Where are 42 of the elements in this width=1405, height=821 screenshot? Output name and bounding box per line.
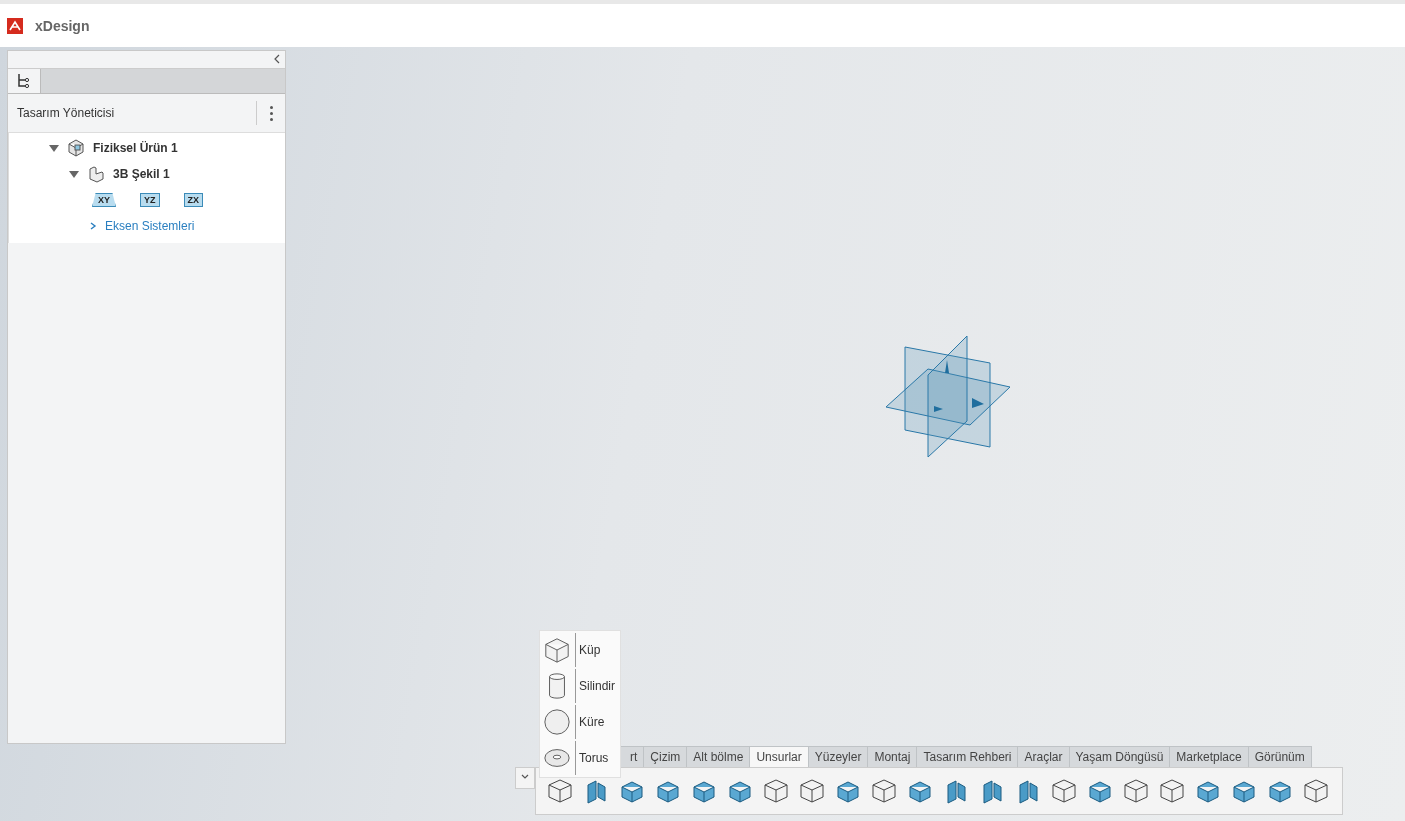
shape-menu-item[interactable]: Küp <box>575 633 601 667</box>
app-title: xDesign <box>35 17 90 34</box>
chevron-down-icon <box>520 773 530 781</box>
plane-node[interactable]: XY <box>92 193 116 207</box>
command-tab[interactable]: Çizim <box>643 746 688 767</box>
assembly-icon <box>67 139 85 157</box>
logo-icon <box>7 17 23 34</box>
command-tab[interactable]: Marketplace <box>1169 746 1249 767</box>
box-tool-icon[interactable] <box>1122 777 1150 805</box>
command-tab[interactable]: Görünüm <box>1247 746 1312 767</box>
shape-menu-item[interactable]: Torus <box>575 741 609 775</box>
command-tab[interactable]: Yaşam Döngüsü <box>1068 746 1171 767</box>
command-tab[interactable]: Yüzeyler <box>807 746 869 767</box>
command-tab[interactable]: Montaj <box>867 746 918 767</box>
panel-title: Tasarım Yöneticisi <box>17 106 115 120</box>
box-tool-icon[interactable] <box>870 777 898 805</box>
plane-node[interactable]: ZX <box>183 193 204 207</box>
shape-menu-item[interactable]: Küre <box>575 705 605 739</box>
tree-tab[interactable] <box>8 69 41 93</box>
box-tool-icon[interactable] <box>546 777 574 805</box>
plane-node[interactable]: YZ <box>140 193 160 207</box>
cube-icon <box>543 636 571 664</box>
box-tool-icon[interactable] <box>1302 777 1330 805</box>
command-tab[interactable]: Tasarım Rehberi <box>916 746 1019 767</box>
tree-node[interactable]: 3B Şekil 1 <box>113 167 170 181</box>
tree-node[interactable]: Fiziksel Ürün 1 <box>93 141 178 155</box>
box-tool-icon[interactable] <box>1050 777 1078 805</box>
command-tab[interactable]: Araçlar <box>1017 746 1070 767</box>
part-icon <box>87 165 105 183</box>
command-tab[interactable]: Alt bölme <box>686 746 751 767</box>
expand-icon[interactable] <box>89 221 97 231</box>
collapse-icon[interactable] <box>273 54 281 64</box>
collapse-triangle-icon[interactable] <box>69 170 79 178</box>
collapse-triangle-icon[interactable] <box>49 144 59 152</box>
sphere-icon <box>543 708 571 736</box>
shape-menu-item[interactable]: Silindir <box>575 669 615 703</box>
box-tool-icon[interactable] <box>1158 777 1186 805</box>
box-tool-icon[interactable] <box>798 777 826 805</box>
box-tool-icon[interactable] <box>762 777 790 805</box>
folder-node[interactable]: Eksen Sistemleri <box>105 219 195 233</box>
command-tab[interactable]: Unsurlar <box>749 746 809 767</box>
tree-icon <box>16 73 32 89</box>
